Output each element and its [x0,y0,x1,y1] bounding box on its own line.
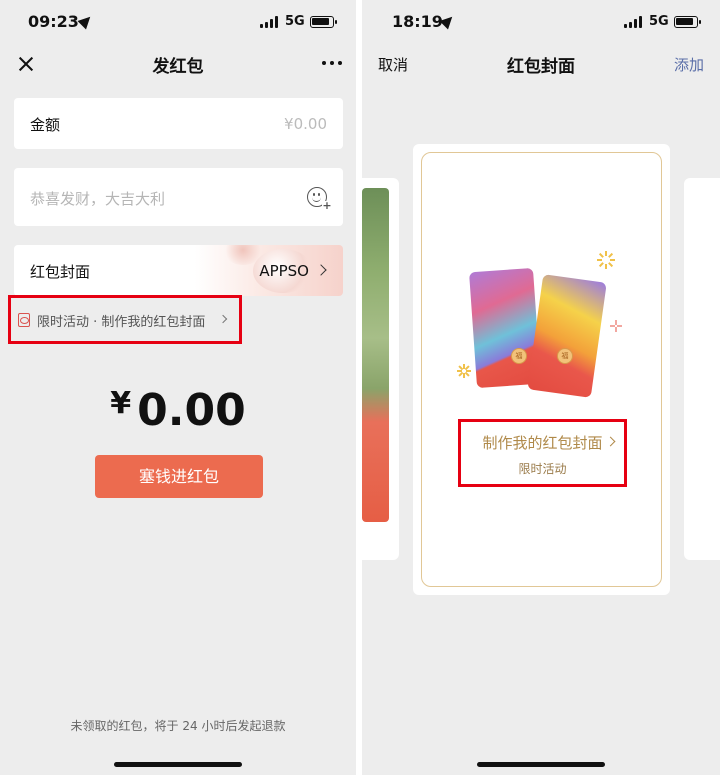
network-label: 5G [285,14,305,29]
red-envelope-illustration: 福 福 [469,262,613,398]
ticket-icon [18,313,30,327]
previous-cover-card[interactable] [362,178,399,560]
chevron-right-icon [315,264,327,276]
greeting-input[interactable]: 恭喜发财，大吉大利 [30,188,165,209]
total-amount: ¥0.00 [0,385,356,436]
sparkle-icon [457,364,471,378]
location-arrow-icon [77,12,95,30]
add-button[interactable]: 添加 [674,54,704,75]
status-bar: 18:19 5G [362,12,720,34]
home-indicator [114,762,242,767]
cover-card[interactable]: 福 福 [413,144,670,595]
promo-text: 限时活动 · 制作我的红包封面 [37,315,206,330]
coin-icon: 福 [511,348,527,364]
red-packet-cover-screen: 18:19 5G 取消 红包封面 添加 福 福 制作我的红包封面 限时活动 [362,0,720,775]
make-cover-link[interactable]: 制作我的红包封面 限时活动 [458,419,627,487]
amount-label: 金额 [30,116,61,134]
sparkle-icon [610,320,622,332]
send-money-button[interactable]: 塞钱进红包 [95,455,263,498]
envelope-front [527,274,607,398]
greeting-field[interactable]: 恭喜发财，大吉大利 + [14,168,343,226]
page-title: 发红包 [152,57,204,77]
amount-input[interactable]: ¥0.00 [284,115,327,133]
make-cover-label: 制作我的红包封面 [482,434,603,452]
next-cover-card[interactable] [684,178,720,560]
currency-symbol: ¥ [110,386,132,421]
cover-selector[interactable]: 红包封面 APPSO [14,245,343,296]
network-label: 5G [649,14,669,29]
cover-photo [362,188,389,522]
emoji-icon[interactable]: + [307,187,332,211]
page-title: 红包封面 [507,57,575,77]
nav-bar: 取消 红包封面 添加 [362,48,720,80]
nav-bar: 发红包 [0,48,356,80]
amount-total: 0.00 [137,385,246,436]
chevron-right-icon [218,314,228,324]
status-bar: 09:23 5G [0,12,356,34]
status-time: 18:19 [392,12,443,31]
battery-icon [310,16,337,28]
signal-icon [260,16,280,28]
cover-value: APPSO [259,262,309,280]
home-indicator [477,762,605,767]
limited-time-label: 限时活动 [518,462,567,476]
send-red-packet-screen: 09:23 5G 发红包 金额 ¥0.00 恭喜发财，大吉大利 + 红包封面 A… [0,0,356,775]
refund-note: 未领取的红包，将于 24 小时后发起退款 [70,719,286,733]
signal-icon [624,16,644,28]
promo-link[interactable]: 限时活动 · 制作我的红包封面 [8,295,242,344]
amount-field[interactable]: 金额 ¥0.00 [14,98,343,149]
coin-icon: 福 [557,348,573,364]
more-icon[interactable] [322,61,342,67]
status-time: 09:23 [28,12,79,31]
sparkle-icon [597,251,615,269]
battery-icon [674,16,701,28]
cover-label: 红包封面 [30,263,91,281]
